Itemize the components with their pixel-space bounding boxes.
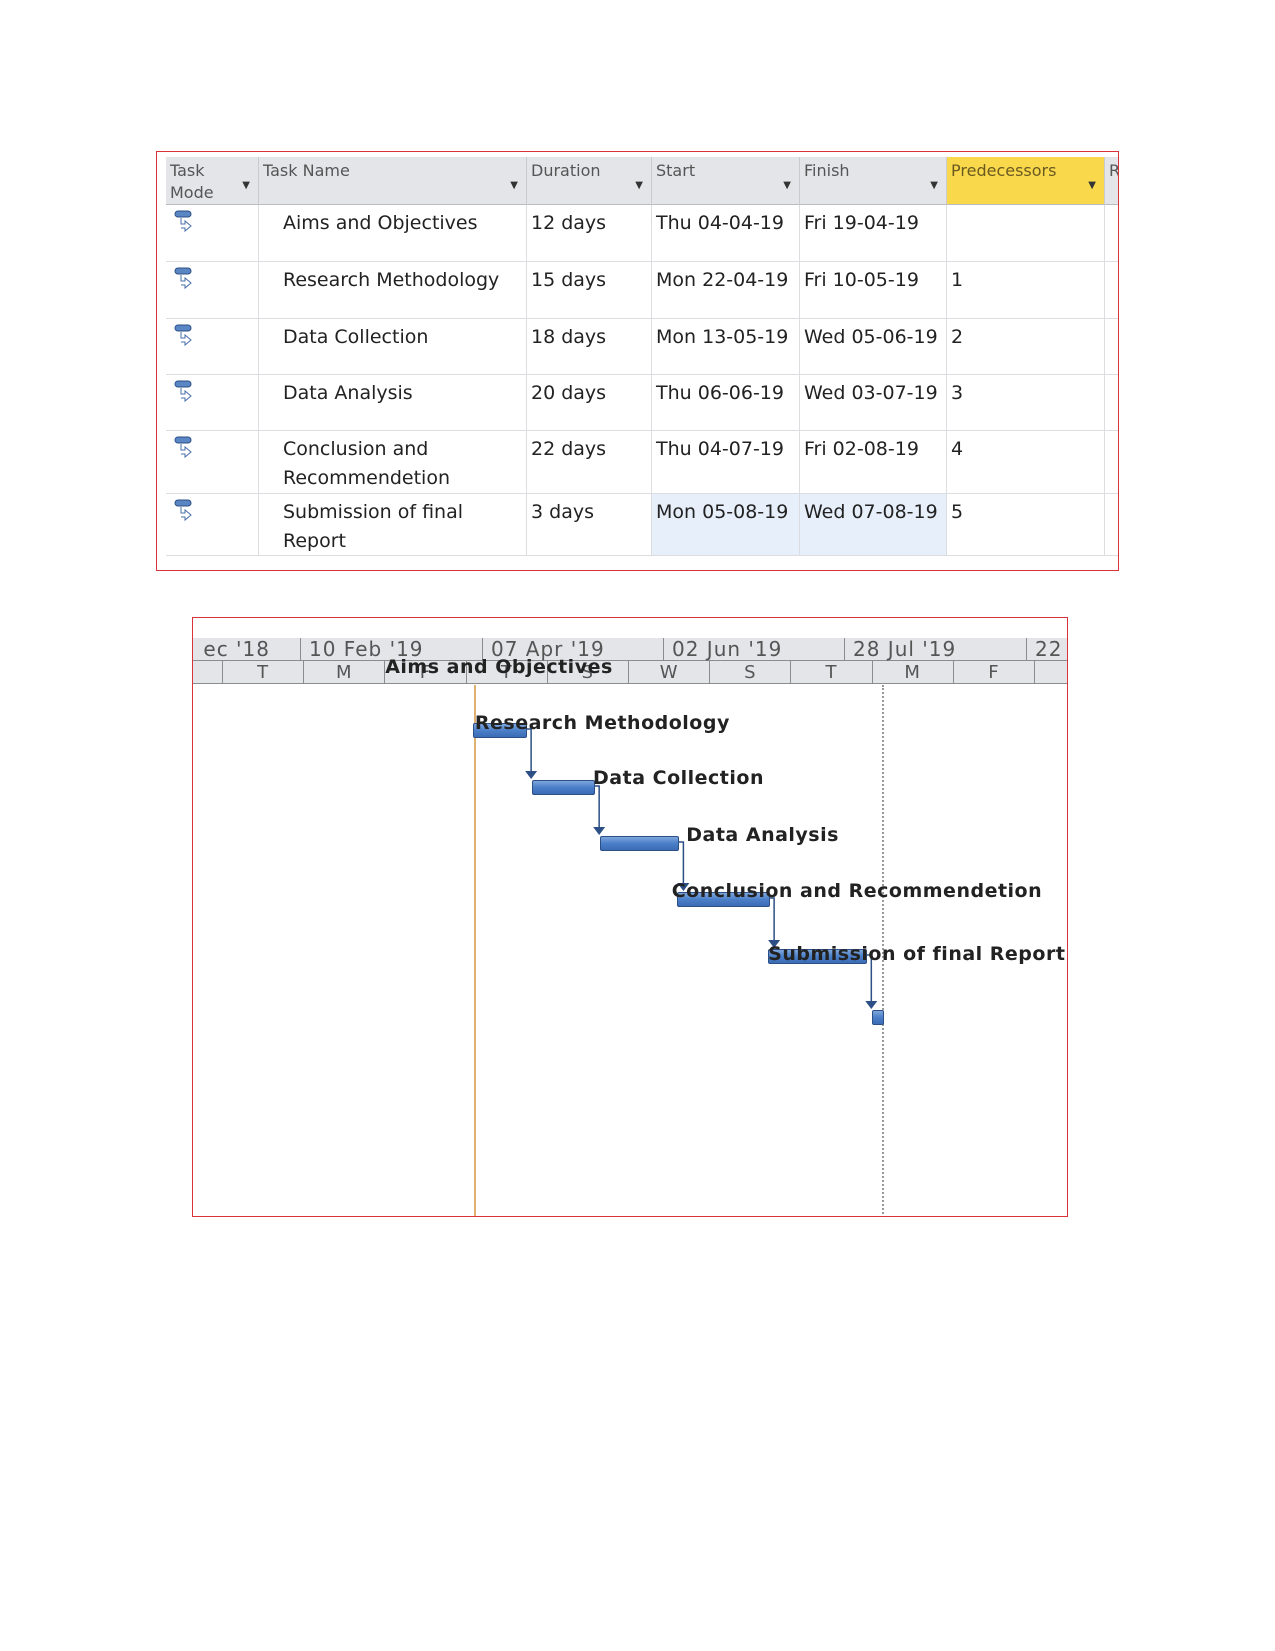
task-duration-cell[interactable]: 22 days [527, 431, 652, 494]
dependency-links [525, 728, 878, 1009]
task-start-cell[interactable]: Mon 13-05-19 [652, 319, 800, 375]
auto-scheduled-task-icon [174, 209, 196, 233]
task-finish-cell[interactable]: Wed 05-06-19 [800, 319, 947, 375]
task-finish-cell[interactable]: Fri 02-08-19 [800, 431, 947, 494]
task-duration-cell[interactable]: 3 days [527, 494, 652, 556]
extra-cell [1105, 494, 1118, 556]
task-finish-cell[interactable]: Fri 10-05-19 [800, 262, 947, 319]
task-mode-cell [166, 205, 259, 262]
task-duration-cell[interactable]: 18 days [527, 319, 652, 375]
task-bar-label: Aims and Objectives [385, 656, 613, 678]
column-header-label: Task Name [263, 161, 350, 180]
auto-scheduled-task-icon [174, 498, 196, 522]
extra-cell [1105, 319, 1118, 375]
column-header-label: Start [656, 161, 696, 180]
task-name-cell[interactable]: Conclusion and Recommendetion [259, 431, 527, 494]
task-bar-label: Submission of final Report [768, 943, 1066, 965]
task-bar-label: Conclusion and Recommendetion [671, 880, 1043, 902]
column-header-label: Duration [531, 161, 601, 180]
extra-cell [1105, 205, 1118, 262]
task-finish-cell[interactable]: Fri 19-04-19 [800, 205, 947, 262]
column-header-label: Task Mode [170, 161, 214, 202]
column-header-duration[interactable]: Duration ▼ [527, 157, 652, 205]
task-start-cell[interactable]: Mon 05-08-19 [652, 494, 800, 556]
task-pred-cell[interactable] [947, 205, 1105, 262]
task-duration-cell[interactable]: 20 days [527, 375, 652, 431]
task-mode-cell [166, 431, 259, 494]
task-start-cell[interactable]: Thu 04-07-19 [652, 431, 800, 494]
dropdown-arrow-icon[interactable]: ▼ [242, 175, 250, 197]
extra-cell [1105, 262, 1118, 319]
dropdown-arrow-icon[interactable]: ▼ [635, 175, 643, 197]
task-pred-cell[interactable]: 2 [947, 319, 1105, 375]
task-name-cell[interactable]: Aims and Objectives [259, 205, 527, 262]
column-header-label: R [1109, 161, 1118, 180]
auto-scheduled-task-icon [174, 435, 196, 459]
extra-cell [1105, 431, 1118, 494]
task-bar-label: Research Methodology [474, 712, 730, 734]
dropdown-arrow-icon[interactable]: ▼ [510, 175, 518, 197]
dropdown-arrow-icon[interactable]: ▼ [1088, 175, 1096, 197]
task-mode-cell [166, 375, 259, 431]
task-table: Task Mode ▼ Task Name ▼ Duration ▼ Start ▼ Finis… [156, 151, 1119, 571]
dropdown-arrow-icon[interactable]: ▼ [930, 175, 938, 197]
task-finish-cell[interactable]: Wed 07-08-19 [800, 494, 947, 556]
auto-scheduled-task-icon [174, 266, 196, 290]
task-start-cell[interactable]: Thu 06-06-19 [652, 375, 800, 431]
task-finish-cell[interactable]: Wed 03-07-19 [800, 375, 947, 431]
column-header-task-mode[interactable]: Task Mode ▼ [166, 157, 259, 205]
task-start-cell[interactable]: Thu 04-04-19 [652, 205, 800, 262]
task-name-cell[interactable]: Data Analysis [259, 375, 527, 431]
extra-cell [1105, 375, 1118, 431]
task-pred-cell[interactable]: 5 [947, 494, 1105, 556]
column-header-finish[interactable]: Finish ▼ [800, 157, 947, 205]
task-bar[interactable] [871, 1010, 884, 1025]
task-mode-cell [166, 494, 259, 556]
task-bar-label: Data Collection [593, 767, 764, 789]
task-bar[interactable] [599, 836, 680, 851]
gantt-chart: ec '18 10 Feb '19 07 Apr '19 02 Jun '19 28 J… [192, 617, 1068, 1217]
task-pred-cell[interactable]: 3 [947, 375, 1105, 431]
task-bar-label: Data Analysis [686, 824, 839, 846]
column-header-start[interactable]: Start ▼ [652, 157, 800, 205]
column-header-r[interactable]: R [1105, 157, 1118, 205]
task-duration-cell[interactable]: 15 days [527, 262, 652, 319]
task-name-cell[interactable]: Submission of final Report [259, 494, 527, 556]
column-header-label: Finish [804, 161, 850, 180]
column-header-label: Predecessors [951, 161, 1057, 180]
task-start-cell[interactable]: Mon 22-04-19 [652, 262, 800, 319]
column-header-predecessors[interactable]: Predecessors ▼ [947, 157, 1105, 205]
task-pred-cell[interactable]: 1 [947, 262, 1105, 319]
task-mode-cell [166, 319, 259, 375]
dropdown-arrow-icon[interactable]: ▼ [783, 175, 791, 197]
task-name-cell[interactable]: Research Methodology [259, 262, 527, 319]
column-header-task-name[interactable]: Task Name ▼ [259, 157, 527, 205]
task-duration-cell[interactable]: 12 days [527, 205, 652, 262]
auto-scheduled-task-icon [174, 323, 196, 347]
task-name-cell[interactable]: Data Collection [259, 319, 527, 375]
task-mode-cell [166, 262, 259, 319]
task-bar[interactable] [531, 780, 596, 795]
task-pred-cell[interactable]: 4 [947, 431, 1105, 494]
auto-scheduled-task-icon [174, 379, 196, 403]
